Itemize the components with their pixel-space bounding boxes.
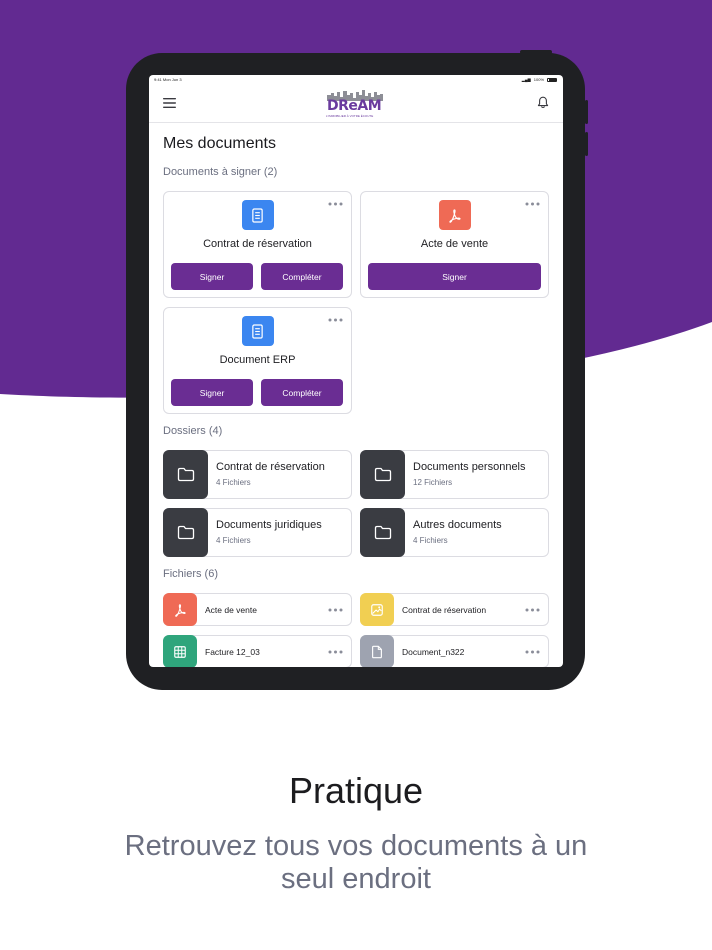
folder-icon (163, 508, 208, 557)
file-card[interactable]: Document_n322 (360, 635, 549, 667)
file-name: Acte de vente (205, 605, 257, 615)
image-icon (360, 593, 394, 626)
app-screen: 9:41 Mon Jun 3 ▂▄▆ 100% DReAM L'IMMOBILI… (149, 75, 563, 667)
sign-section-title: Documents à signer (2) (163, 166, 278, 178)
battery-percent: 100% (533, 77, 544, 82)
folder-icon (360, 508, 405, 557)
app-store-screenshot: 9:41 Mon Jun 3 ▂▄▆ 100% DReAM L'IMMOBILI… (0, 0, 712, 950)
sign-button[interactable]: Signer (171, 263, 253, 290)
document-icon (241, 316, 274, 346)
hamburger-icon[interactable] (163, 97, 176, 109)
marketing-subline: Retrouvez tous vos documents à un seul e… (0, 830, 712, 896)
folder-card[interactable]: Autres documents 4 Fichiers (360, 508, 549, 557)
sign-button[interactable]: Signer (368, 263, 541, 290)
pdf-icon (163, 593, 197, 626)
spreadsheet-icon (163, 635, 197, 667)
pdf-icon (438, 200, 471, 230)
more-options-icon[interactable] (328, 650, 343, 654)
app-header: DReAM L'IMMOBILIER À VOTRE ÉCOUTE (149, 85, 563, 123)
complete-button[interactable]: Compléter (261, 263, 343, 290)
file-icon (360, 635, 394, 667)
more-options-icon[interactable] (328, 608, 343, 612)
folder-file-count: 12 Fichiers (413, 478, 453, 487)
folder-icon (163, 450, 208, 499)
file-name: Facture 12_03 (205, 647, 260, 657)
logo-wordmark: DReAM (327, 98, 382, 114)
folder-card[interactable]: Documents juridiques 4 Fichiers (163, 508, 352, 557)
marketing-headline: Pratique (288, 770, 424, 811)
more-options-icon[interactable] (328, 202, 343, 206)
folder-card[interactable]: Documents personnels 12 Fichiers (360, 450, 549, 499)
complete-button[interactable]: Compléter (261, 379, 343, 406)
battery-icon (547, 77, 557, 82)
file-name: Document_n322 (402, 647, 465, 657)
page-title: Mes documents (163, 135, 276, 152)
file-card[interactable]: Facture 12_03 (163, 635, 352, 667)
folders-section-title: Dossiers (4) (163, 425, 223, 437)
file-name: Contrat de réservation (402, 605, 487, 615)
more-options-icon[interactable] (328, 318, 343, 322)
sign-card-erp[interactable]: Document ERP Signer Compléter (163, 307, 352, 414)
folder-name: Autres documents (413, 519, 502, 531)
folder-card[interactable]: Contrat de réservation 4 Fichiers (163, 450, 352, 499)
more-options-icon[interactable] (525, 608, 540, 612)
status-bar: 9:41 Mon Jun 3 ▂▄▆ 100% (149, 75, 563, 85)
signal-icon: ▂▄▆ (521, 77, 531, 82)
sign-button[interactable]: Signer (171, 379, 253, 406)
sign-card-contrat[interactable]: Contrat de réservation Signer Compléter (163, 191, 352, 298)
sign-card-name: Document ERP (219, 354, 296, 366)
folder-name: Contrat de réservation (216, 461, 325, 473)
marketing-subline-line-2: seul endroit (281, 863, 431, 895)
tablet-volume-up (585, 100, 588, 124)
tablet-volume-down (585, 132, 588, 156)
marketing-subline-line-1: Retrouvez tous vos documents à un (124, 830, 588, 862)
sign-card-name: Acte de vente (420, 238, 489, 250)
dream-logo: DReAM L'IMMOBILIER À VOTRE ÉCOUTE (325, 89, 387, 119)
folder-file-count: 4 Fichiers (216, 478, 251, 487)
document-icon (241, 200, 274, 230)
folder-icon (360, 450, 405, 499)
more-options-icon[interactable] (525, 650, 540, 654)
folder-file-count: 4 Fichiers (413, 536, 448, 545)
files-section-title: Fichiers (6) (163, 568, 219, 580)
folder-file-count: 4 Fichiers (216, 536, 251, 545)
sign-card-name: Contrat de réservation (203, 238, 312, 250)
status-indicators: ▂▄▆ 100% (522, 77, 557, 82)
more-options-icon[interactable] (525, 202, 540, 206)
folder-name: Documents personnels (413, 461, 526, 473)
status-time: 9:41 Mon Jun 3 (154, 77, 182, 82)
file-card[interactable]: Contrat de réservation (360, 593, 549, 626)
file-card[interactable]: Acte de vente (163, 593, 352, 626)
logo-tagline: L'IMMOBILIER À VOTRE ÉCOUTE (326, 114, 374, 118)
sign-card-acte[interactable]: Acte de vente Signer (360, 191, 549, 298)
bell-icon[interactable] (537, 96, 549, 109)
folder-name: Documents juridiques (216, 519, 322, 531)
